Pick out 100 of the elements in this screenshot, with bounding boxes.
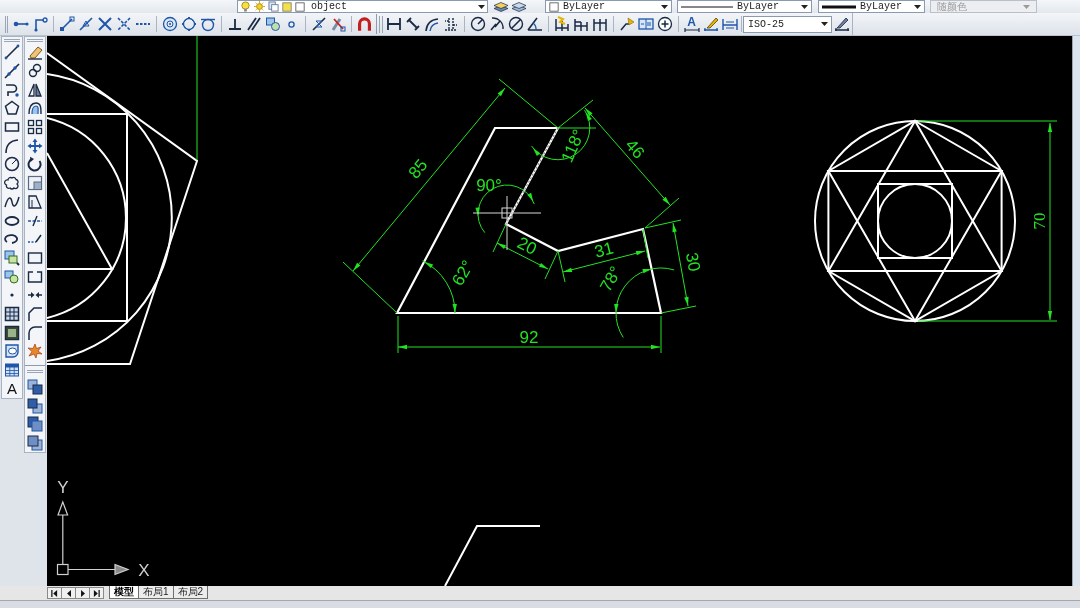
mirror-triangles-icon[interactable]: [27, 81, 43, 98]
arc-icon[interactable]: [4, 137, 20, 154]
parallel-lines-icon[interactable]: [245, 16, 262, 32]
dimension-style-dropdown[interactable]: ISO-25: [743, 15, 832, 33]
circle-in-square[interactable]: [877, 183, 953, 259]
crossed-marker-icon[interactable]: [329, 16, 346, 32]
gradient-icon[interactable]: [4, 324, 20, 341]
center-mark-icon[interactable]: [656, 16, 673, 32]
layer-dropdown[interactable]: object: [237, 0, 488, 13]
chamfer-icon[interactable]: [27, 305, 43, 322]
jogged-radius-icon[interactable]: [488, 16, 505, 32]
circle-diamond-icon[interactable]: [180, 16, 197, 32]
overlapping-shapes-icon[interactable]: [264, 16, 281, 32]
dot-line-icon[interactable]: [12, 19, 29, 29]
fillet-icon[interactable]: [27, 324, 43, 341]
quick-dimension-icon[interactable]: [553, 16, 570, 32]
break-rectangle-icon[interactable]: [27, 251, 43, 264]
array-grid-icon[interactable]: [27, 119, 43, 136]
rotate-arrow-icon[interactable]: [27, 156, 43, 173]
circle-tangent-icon[interactable]: [199, 16, 216, 32]
move-arrows-icon[interactable]: [27, 137, 43, 154]
part-outline[interactable]: [395, 126, 663, 315]
line-midpoint-icon[interactable]: [77, 16, 94, 32]
dropdown-arrow-icon[interactable]: [801, 4, 808, 9]
swatch-icon[interactable]: [282, 1, 292, 12]
dropdown-arrow-icon[interactable]: [821, 22, 828, 26]
ellipse-arc-icon[interactable]: [4, 233, 20, 246]
cloud-icon[interactable]: [4, 175, 20, 192]
stacked-squares-icon[interactable]: [27, 379, 43, 396]
partial-outline[interactable]: [444, 525, 541, 586]
radius-icon[interactable]: [469, 16, 486, 32]
dashed-line-icon[interactable]: [134, 22, 151, 26]
hatch-icon[interactable]: [4, 305, 20, 322]
dimension-edit-button[interactable]: A: [683, 16, 700, 32]
ordinate-dimension-icon[interactable]: [442, 16, 459, 32]
left-triangle-icon[interactable]: [66, 589, 71, 597]
circle-icon[interactable]: [4, 156, 20, 173]
layout-tab[interactable]: 模型: [109, 586, 139, 599]
stretch-icon[interactable]: [27, 193, 43, 210]
lineweight-dropdown[interactable]: ByLayer: [818, 0, 925, 13]
offset-curves-icon[interactable]: [27, 100, 43, 117]
swatch-icon[interactable]: [549, 1, 559, 12]
eraser-icon[interactable]: [27, 44, 43, 61]
leader-arrow-icon[interactable]: [618, 16, 635, 32]
dropdown-arrow-icon[interactable]: [914, 4, 921, 9]
layout-tab[interactable]: 布局1: [138, 586, 174, 599]
arc-dimension-icon[interactable]: [423, 16, 440, 32]
dimension-update-icon[interactable]: [721, 16, 738, 32]
explode-icon[interactable]: [27, 343, 43, 360]
dropdown-arrow-icon[interactable]: [661, 4, 668, 9]
small-circle-icon[interactable]: [288, 20, 295, 28]
aligned-dimension-icon[interactable]: [404, 16, 421, 32]
pencil-dimension-icon[interactable]: [702, 16, 719, 32]
continue-dimension-icon[interactable]: [591, 16, 608, 32]
line-endpoint-icon[interactable]: [58, 16, 75, 32]
insert-block-icon[interactable]: [4, 249, 20, 266]
right-triangle-icon[interactable]: [80, 589, 85, 597]
construction-line-icon[interactable]: [4, 63, 20, 80]
line-sample-icon[interactable]: [681, 5, 733, 8]
line-hourglass-icon[interactable]: [310, 16, 327, 32]
pentagon-icon[interactable]: [4, 100, 20, 117]
line-icon[interactable]: [4, 44, 20, 61]
layer-stack-icon[interactable]: [493, 1, 509, 12]
color-dropdown[interactable]: ByLayer: [545, 0, 672, 13]
tolerance-frame-icon[interactable]: [637, 18, 654, 30]
skip-last-icon[interactable]: [93, 589, 100, 597]
point-icon[interactable]: [10, 293, 14, 298]
vertical-scrollbar[interactable]: [1072, 36, 1080, 586]
stacked-pages-icon[interactable]: [268, 1, 279, 12]
region-icon[interactable]: [4, 343, 20, 360]
dimension-line-icon[interactable]: [683, 27, 700, 32]
layout-tab[interactable]: 布局2: [172, 586, 209, 599]
skip-first-icon[interactable]: [51, 589, 58, 597]
crossing-lines-icon[interactable]: [96, 16, 113, 32]
linetype-dropdown[interactable]: ByLayer: [677, 0, 812, 13]
angle-icon[interactable]: [526, 16, 543, 32]
diameter-icon[interactable]: [507, 16, 524, 32]
swatch-icon[interactable]: [295, 1, 305, 12]
block-icon[interactable]: [4, 268, 20, 285]
triangle[interactable]: [826, 170, 1004, 323]
stacked-squares-icon[interactable]: [27, 416, 43, 433]
scale-squares-icon[interactable]: [27, 175, 43, 192]
dimension-style-icon[interactable]: [833, 16, 850, 32]
magnet-icon[interactable]: [358, 17, 371, 31]
thick-line-sample-icon[interactable]: [822, 4, 856, 9]
rectangle-icon[interactable]: [4, 122, 20, 133]
stacked-squares-icon[interactable]: [27, 435, 43, 452]
baseline-dimension-icon[interactable]: [572, 16, 589, 32]
ellipse-icon[interactable]: [4, 215, 20, 226]
table-icon[interactable]: [4, 362, 20, 379]
break-gap-icon[interactable]: [27, 270, 43, 283]
copy-circles-icon[interactable]: [27, 63, 43, 80]
circle-center-icon[interactable]: [161, 16, 178, 32]
triangle[interactable]: [826, 119, 1004, 272]
text-tool-button[interactable]: A: [7, 381, 17, 397]
tab-scroll-button[interactable]: [89, 587, 104, 599]
perpendicular-icon[interactable]: [226, 16, 243, 32]
dropdown-arrow-icon[interactable]: [478, 4, 485, 9]
extend-icon[interactable]: [27, 234, 43, 245]
linear-dimension-icon[interactable]: [385, 16, 402, 32]
